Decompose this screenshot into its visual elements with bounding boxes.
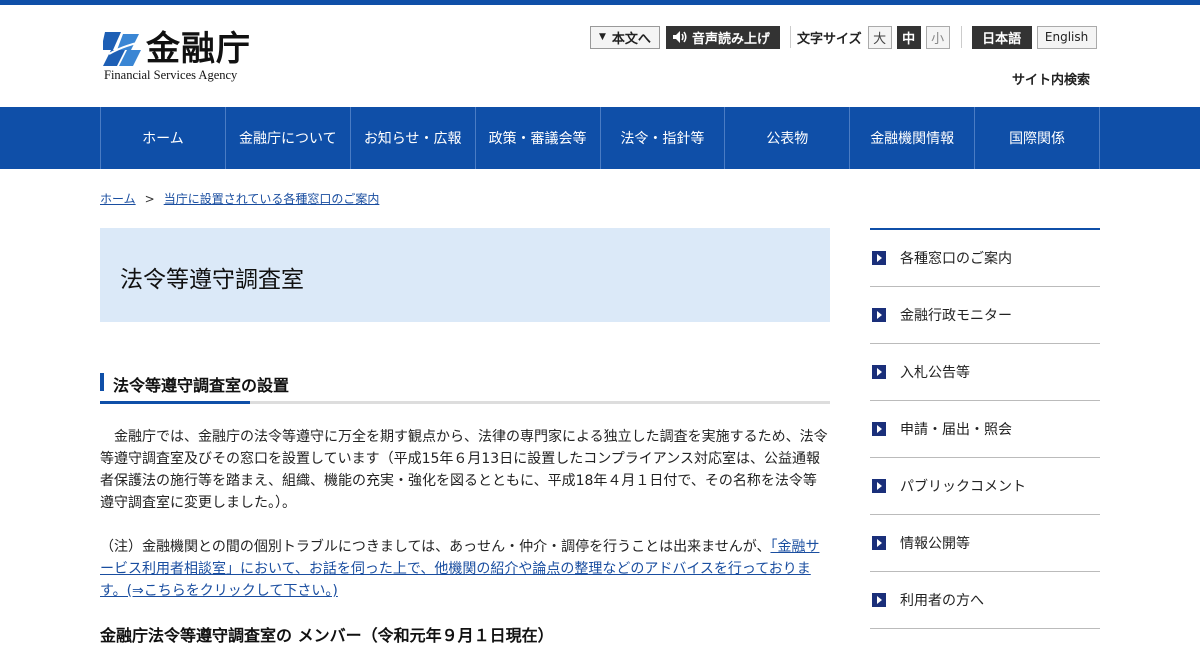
nav-item-laws[interactable]: 法令・指針等 bbox=[601, 107, 726, 169]
font-size-medium-button[interactable]: 中 bbox=[896, 25, 921, 49]
sidebar-item-public-comment[interactable]: パブリックコメント bbox=[870, 458, 1100, 515]
tools-divider bbox=[960, 26, 962, 48]
voice-label: 音声読み上げ bbox=[691, 31, 770, 47]
arrow-right-icon bbox=[872, 593, 886, 607]
tools-divider bbox=[789, 26, 791, 48]
global-nav: ホーム 金融庁について お知らせ・広報 政策・審議会等 法令・指針等 公表物 金… bbox=[0, 107, 1200, 169]
sidebar-item-bidding[interactable]: 入札公告等 bbox=[870, 344, 1100, 401]
page-title: 法令等遵守調査室 bbox=[120, 267, 304, 293]
logo-text: 金融庁 bbox=[146, 29, 251, 69]
font-size-large-button[interactable]: 大 bbox=[867, 25, 892, 49]
sidebar-item-label: 入札公告等 bbox=[900, 365, 970, 381]
sidebar-item-contacts[interactable]: 各種窓口のご案内 bbox=[870, 230, 1100, 287]
lang-english-button[interactable]: English bbox=[1036, 25, 1097, 49]
section-heading-bar bbox=[100, 373, 104, 391]
nav-item-about[interactable]: 金融庁について bbox=[226, 107, 351, 169]
speaker-icon bbox=[672, 31, 687, 43]
skip-to-content-button[interactable]: ▼ 本文へ bbox=[590, 25, 660, 49]
arrow-right-icon bbox=[872, 422, 886, 436]
section-heading-text: 法令等遵守調査室の設置 bbox=[113, 376, 290, 395]
site-search-link[interactable]: サイト内検索 bbox=[1012, 69, 1090, 88]
sidebar-item-label: パブリックコメント bbox=[900, 479, 1026, 495]
sidebar-item-monitor[interactable]: 金融行政モニター bbox=[870, 287, 1100, 344]
sidebar-item-users[interactable]: 利用者の方へ bbox=[870, 572, 1100, 629]
breadcrumb-current-link[interactable]: 当庁に設置されている各種窓口のご案内 bbox=[164, 190, 380, 207]
breadcrumb-home-link[interactable]: ホーム bbox=[100, 190, 136, 207]
font-size-label: 文字サイズ bbox=[796, 31, 862, 47]
arrow-right-icon bbox=[872, 251, 886, 265]
members-heading: 金融庁法令等遵守調査室の メンバー（令和元年９月１日現在） bbox=[100, 626, 554, 645]
nav-item-policy[interactable]: 政策・審議会等 bbox=[476, 107, 601, 169]
header-tools: ▼ 本文へ 音声読み上げ 文字サイズ 大 中 小 日本語 English bbox=[590, 25, 1097, 49]
fsa-logo-icon bbox=[103, 32, 142, 66]
nav-item-institutions[interactable]: 金融機関情報 bbox=[850, 107, 976, 169]
note-paragraph: （注）金融機関との間の個別トラブルにつきましては、あっせん・仲介・調停を行うこと… bbox=[100, 536, 830, 602]
sidebar-item-label: 情報公開等 bbox=[900, 536, 970, 552]
skip-label: 本文へ bbox=[611, 31, 651, 47]
nav-item-international[interactable]: 国際関係 bbox=[975, 107, 1100, 169]
sidebar-item-applications[interactable]: 申請・届出・照会 bbox=[870, 401, 1100, 458]
intro-paragraph: 金融庁では、金融庁の法令等遵守に万全を期す観点から、法律の専門家による独立した調… bbox=[100, 429, 828, 511]
section-underline-accent bbox=[100, 401, 250, 404]
sidebar-item-disclosure[interactable]: 情報公開等 bbox=[870, 515, 1100, 572]
caret-down-icon: ▼ bbox=[599, 32, 606, 42]
section-heading: 法令等遵守調査室の設置 bbox=[100, 372, 830, 404]
arrow-right-icon bbox=[872, 536, 886, 550]
sidebar-item-label: 金融行政モニター bbox=[900, 308, 1012, 324]
site-header: 金融庁 Financial Services Agency ▼ 本文へ 音声読み… bbox=[0, 5, 1200, 107]
arrow-right-icon bbox=[872, 365, 886, 379]
logo-subtitle: Financial Services Agency bbox=[104, 68, 238, 82]
sidebar-item-label: 利用者の方へ bbox=[900, 593, 984, 609]
arrow-right-icon bbox=[872, 308, 886, 322]
note-text: （注）金融機関との間の個別トラブルにつきましては、あっせん・仲介・調停を行うこと… bbox=[100, 539, 771, 555]
breadcrumb: ホーム > 当庁に設置されている各種窓口のご案内 bbox=[100, 190, 379, 207]
sidebar-item-label: 各種窓口のご案内 bbox=[900, 251, 1012, 267]
voice-reader-button[interactable]: 音声読み上げ bbox=[665, 25, 780, 49]
nav-item-home[interactable]: ホーム bbox=[101, 107, 226, 169]
lang-japanese-button[interactable]: 日本語 bbox=[971, 25, 1032, 49]
sidebar-menu: 各種窓口のご案内 金融行政モニター 入札公告等 申請・届出・照会 パブリックコメ… bbox=[870, 228, 1100, 629]
page-title-box: 法令等遵守調査室 bbox=[100, 228, 830, 322]
breadcrumb-separator: > bbox=[144, 191, 155, 206]
font-size-small-button[interactable]: 小 bbox=[925, 25, 950, 49]
nav-item-publications[interactable]: 公表物 bbox=[725, 107, 851, 169]
sidebar-item-label: 申請・届出・照会 bbox=[900, 422, 1012, 438]
nav-item-news[interactable]: お知らせ・広報 bbox=[351, 107, 476, 169]
arrow-right-icon bbox=[872, 479, 886, 493]
